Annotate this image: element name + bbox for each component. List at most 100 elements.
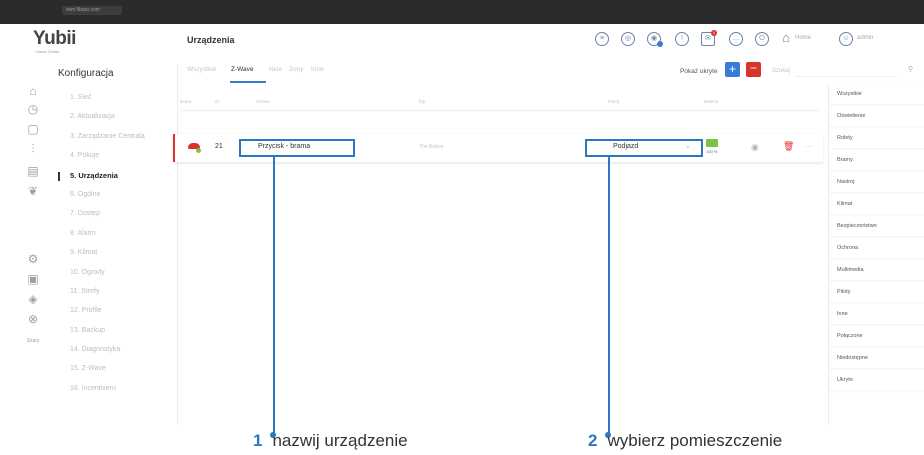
chat-icon[interactable]: … [729,32,743,46]
filter-rolety[interactable]: Rolety [829,128,924,148]
app-logo-sub: Home Center [36,49,60,54]
search-input[interactable] [795,63,898,77]
rail-footer: Szary [26,338,40,344]
filter-ochrona[interactable]: Ochrona [829,238,924,258]
battery-icon [706,139,718,147]
sidebar-item-urzadzenia[interactable]: 5. Urządzenia [58,170,145,189]
filter-bramy[interactable]: Bramy [829,150,924,170]
chart-icon[interactable]: ⫶ [26,142,40,156]
callout-2: 2 wybierz pomieszczenie [588,431,782,451]
sidebar-item-ogolne[interactable]: 6. Ogólne [60,189,145,208]
filter-inne[interactable]: Inne [829,304,924,324]
filter-piloty[interactable]: Piloty [829,282,924,302]
col-name[interactable]: Nazwa [256,99,270,104]
col-battery: Bateria [704,99,719,104]
sidebar-item-ogrody[interactable]: 10. Ogrody [60,267,145,286]
callout-1-line [273,155,275,435]
filter-niedostepne[interactable]: Niedostępne [829,348,924,368]
config-sidebar: Konfiguracja 1. Sieć 2. Aktualizacja 3. … [58,64,178,425]
sidebar-item-dostep[interactable]: 7. Dostęp [60,208,145,227]
tab-inne[interactable]: Inne [311,66,324,73]
add-device-button[interactable]: + [725,62,740,77]
device-type: The Button [419,144,444,150]
info-icon[interactable]: ! [675,32,689,46]
filter-oswietlenie[interactable]: Oświetlenie [829,106,924,126]
sidebar-item-profile[interactable]: 12. Profile [60,305,145,324]
more-icon[interactable]: ⋯ [805,142,813,151]
settings-icon[interactable]: ⊗ [26,312,40,326]
tab-zony[interactable]: Zony [289,66,303,73]
user-menu[interactable]: admin [857,35,873,41]
sidebar-item-diagnostyka[interactable]: 14. Diagnostyka [60,344,145,363]
url-bar[interactable]: skm.fibaro.com [62,6,122,15]
col-room[interactable]: Pokój [608,99,619,104]
table-header-divider [180,110,820,111]
filter-polaczone[interactable]: Połączone [829,326,924,346]
scenes-icon[interactable]: ≡ [595,32,609,46]
grid-icon[interactable]: ▤ [26,164,40,178]
filter-ukryte[interactable]: Ukryte [829,370,924,390]
callout-1: 1 nazwij urządzenie [253,431,408,451]
name-highlight-box [239,139,355,157]
filter-multimedia[interactable]: Multimedia [829,260,924,280]
window-icon[interactable]: ▣ [26,272,40,286]
app-logo: Yubii [33,28,76,49]
show-hidden-toggle[interactable]: Pokaż ukryte [680,68,718,75]
app-window: Yubii Home Center ⌂ ◷ ▢ ⫶ ▤ ❦ ⚙ ▣ ◈ ⊗ Sz… [20,24,924,425]
tab-zwave[interactable]: Z-Wave [231,66,254,73]
sidebar-item-zwave[interactable]: 15. Z-Wave [60,363,145,382]
panel-icon[interactable]: ▢ [26,122,40,136]
sidebar-item-aktualizacja[interactable]: 2. Aktualizacja [60,111,145,130]
callout-2-text: wybierz pomieszczenie [607,431,783,450]
filter-wszystkie[interactable]: Wszystkie [829,84,924,104]
delete-device-button[interactable]: − [746,62,761,77]
callout-1-text: nazwij urządzenie [272,431,408,450]
col-icon: Ikona [180,99,192,104]
room-highlight-box [585,139,703,157]
category-filter-panel: Wszystkie Oświetlenie Rolety Bramy Nastr… [828,84,924,425]
search-icon[interactable]: ⚲ [908,65,913,73]
page-title: Urządzenia [187,35,235,45]
sidebar-item-strefy[interactable]: 11. Strefy [60,286,145,305]
filter-klimat[interactable]: Klimat [829,194,924,214]
tab-nice[interactable]: Nice [269,66,282,73]
device-id: 21 [215,143,223,150]
home-icon[interactable]: ⌂ [26,84,40,98]
battery-level: 100 % [706,149,718,154]
sidebar-title: Konfiguracja [58,68,114,79]
sidebar-item-pokoje[interactable]: 4. Pokoje [60,150,145,169]
browser-bar: skm.fibaro.com [0,0,924,24]
clock-icon[interactable]: ◷ [26,102,40,116]
leaf-icon[interactable]: ❦ [26,184,40,198]
sidebar-item-alarm[interactable]: 8. Alarm [60,228,145,247]
power-icon[interactable]: ⏻ [755,32,769,46]
sidebar-item-16[interactable]: 16. Incentiveru [60,383,145,402]
sidebar-item-klimat[interactable]: 9. Klimat [60,247,145,266]
callout-1-number: 1 [253,431,263,450]
icon-rail: ⌂ ◷ ▢ ⫶ ▤ ❦ ⚙ ▣ ◈ ⊗ Szary [20,84,46,425]
device-icon [188,143,202,153]
home-selector[interactable]: Home [795,35,811,41]
devices-badge-icon [657,41,663,47]
row-status-bar [173,134,175,162]
eye-icon[interactable]: ◉ [751,142,759,153]
trash-icon[interactable]: 🗑 [783,141,794,152]
sidebar-item-backup[interactable]: 13. Backup [60,325,145,344]
col-id[interactable]: ID [215,99,220,104]
house-icon[interactable]: ⌂ [779,31,793,46]
filter-nastroj[interactable]: Nastroj [829,172,924,192]
tab-wszystkie[interactable]: Wszystkie [187,66,216,73]
search-label: Szukaj [772,68,791,74]
callout-2-line [608,155,610,435]
alarm-icon[interactable]: ◎ [621,32,635,46]
filter-bezpieczenstwo[interactable]: Bezpieczeństwo [829,216,924,236]
device-status-dot [196,148,201,153]
sidebar-item-siec[interactable]: 1. Sieć [60,92,145,111]
user-icon[interactable]: ☺ [839,32,853,46]
active-tab-indicator [230,81,266,83]
notification-badge: 1 [711,30,717,36]
sidebar-item-zarzadzanie[interactable]: 3. Zarządzanie Centralą [60,131,145,150]
shield-icon[interactable]: ◈ [26,292,40,306]
gear-icon[interactable]: ⚙ [26,252,40,266]
col-type[interactable]: Typ [418,99,425,104]
